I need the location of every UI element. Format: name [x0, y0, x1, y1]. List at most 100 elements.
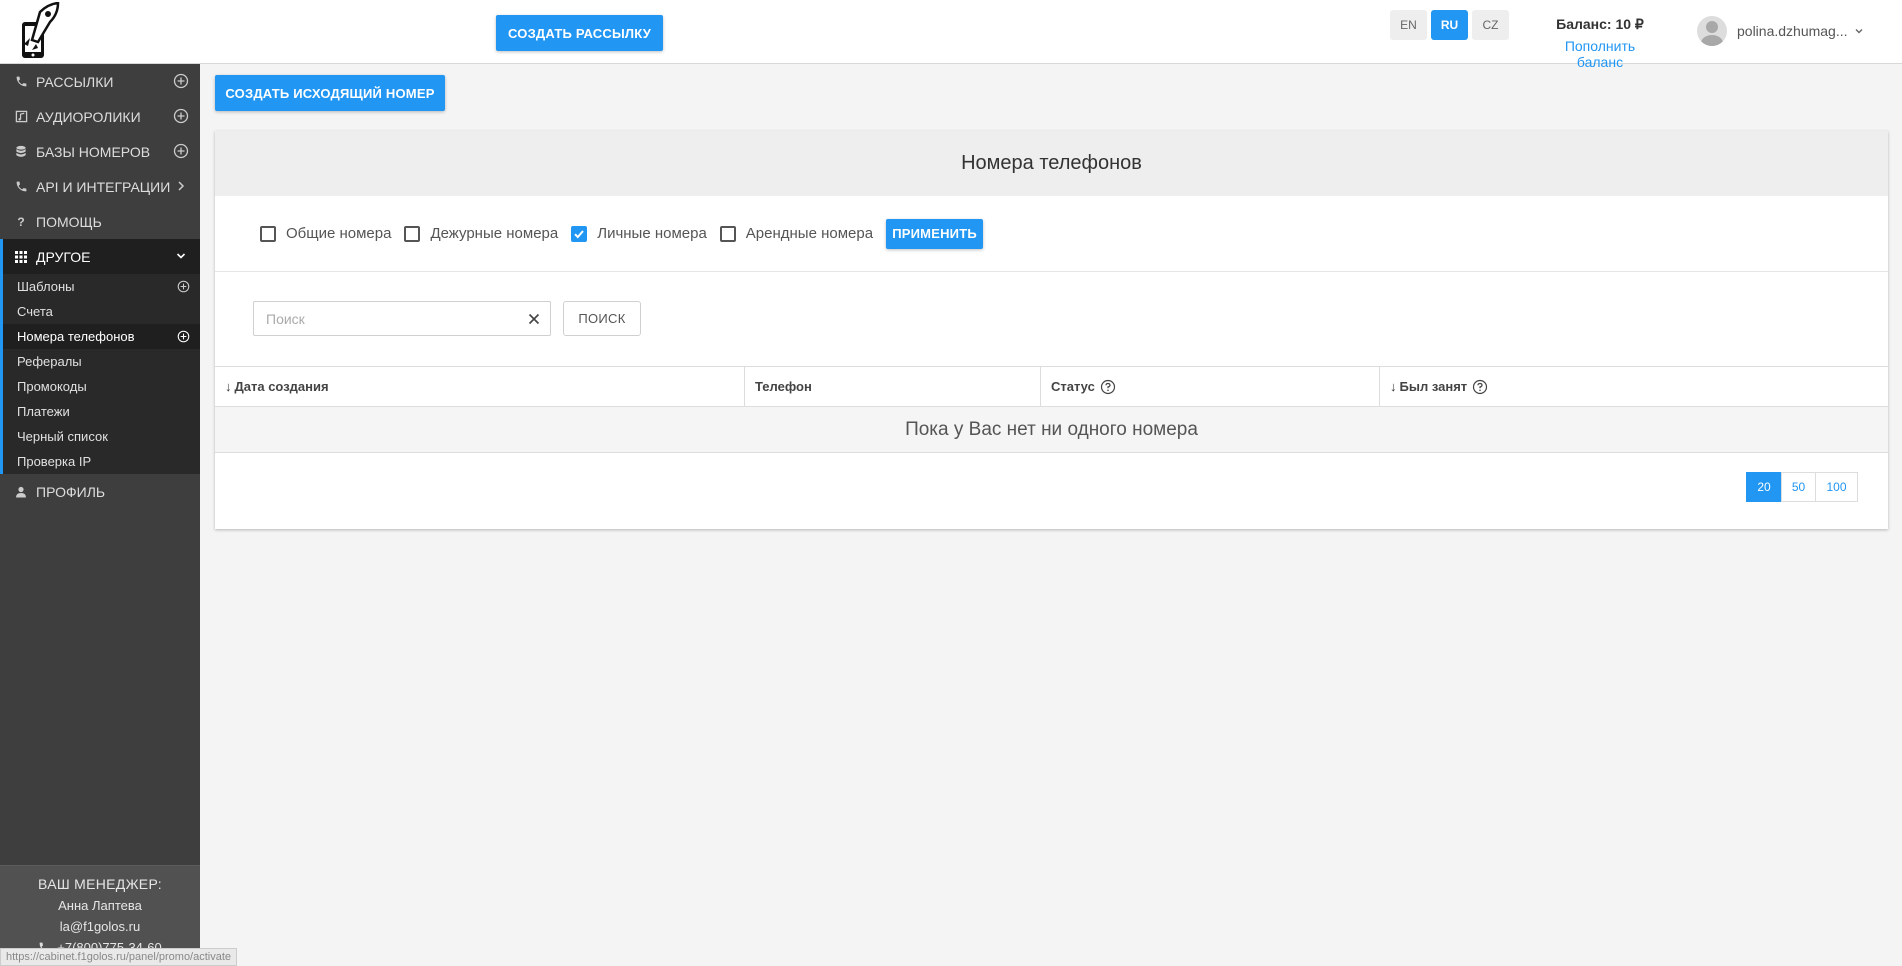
checkbox[interactable] [404, 225, 421, 242]
plus-circle-icon[interactable] [173, 73, 189, 89]
lang-ru-button[interactable]: RU [1431, 10, 1468, 40]
user-menu[interactable]: polina.dzhumag... [1697, 16, 1864, 46]
search-button[interactable]: ПОИСК [563, 301, 641, 336]
sidebar-subitem-blacklist[interactable]: Черный список [3, 424, 200, 449]
sidebar-subitem-label: Промокоды [17, 379, 87, 394]
lang-en-button[interactable]: EN [1390, 10, 1427, 40]
page-size-selector: 20 50 100 [1746, 472, 1858, 502]
table-header: ↓ Дата создания Телефон Статус ↓ Был зан… [215, 367, 1888, 407]
sidebar-subitem-invoices[interactable]: Счета [3, 299, 200, 324]
page-size-50[interactable]: 50 [1781, 472, 1816, 502]
sidebar-subitem-label: Шаблоны [17, 279, 75, 294]
help-circle-icon[interactable] [1472, 379, 1488, 395]
sidebar-subitem-payments[interactable]: Платежи [3, 399, 200, 424]
sidebar-item-profile[interactable]: ПРОФИЛЬ [0, 474, 200, 509]
column-label: Дата создания [234, 379, 329, 394]
filter-general-numbers[interactable]: Общие номера [260, 225, 391, 242]
status-bar-url: https://cabinet.f1golos.ru/panel/promo/a… [0, 948, 238, 966]
avatar [1697, 16, 1727, 46]
sidebar-subitem-referrals[interactable]: Рефералы [3, 349, 200, 374]
card-title: Номера телефонов [215, 131, 1888, 196]
username: polina.dzhumag... [1737, 23, 1848, 39]
filter-row: Общие номера Дежурные номера Личные номе… [215, 196, 1888, 272]
sidebar: РАССЫЛКИ АУДИОРОЛИКИ БАЗЫ НОМЕРОВ API И … [0, 64, 200, 965]
filter-label: Дежурные номера [430, 225, 559, 242]
filter-label: Арендные номера [745, 225, 874, 242]
column-status: Статус [1041, 367, 1380, 406]
sidebar-subitem-ip-check[interactable]: Проверка IP [3, 449, 200, 474]
sidebar-subitem-phone-numbers[interactable]: Номера телефонов [3, 324, 200, 349]
sidebar-item-other[interactable]: ДРУГОЕ [0, 239, 200, 274]
plus-circle-icon[interactable] [173, 108, 189, 124]
page-size-100[interactable]: 100 [1815, 472, 1858, 502]
plus-circle-icon[interactable] [173, 143, 189, 159]
filter-label: Общие номера [286, 225, 392, 242]
sidebar-item-label: ПОМОЩЬ [36, 213, 102, 230]
sidebar-subitem-label: Рефералы [17, 354, 82, 369]
checkbox[interactable] [719, 225, 736, 242]
manager-email[interactable]: la@f1golos.ru [0, 919, 200, 934]
apply-filters-button[interactable]: ПРИМЕНИТЬ [886, 218, 984, 249]
top-header: СОЗДАТЬ РАССЫЛКУ EN RU CZ Баланс: 10 ₽ П… [0, 0, 1902, 70]
checkbox[interactable] [260, 225, 276, 242]
plus-circle-icon[interactable] [177, 330, 190, 343]
sidebar-item-label: ПРОФИЛЬ [36, 483, 106, 500]
chevron-down-icon [1855, 29, 1863, 34]
filter-rental-numbers[interactable]: Арендные номера [719, 225, 874, 242]
balance-label: Баланс: 10 ₽ [1556, 16, 1644, 32]
chevron-down-icon [176, 253, 186, 259]
grid-icon [14, 250, 28, 264]
sidebar-item-databases[interactable]: БАЗЫ НОМЕРОВ [0, 134, 200, 169]
phone-icon [14, 75, 28, 89]
sidebar-item-label: API И ИНТЕГРАЦИИ [36, 178, 171, 195]
plus-circle-icon[interactable] [177, 280, 190, 293]
column-label: Телефон [755, 379, 812, 394]
topup-balance-link[interactable]: Пополнить баланс [1540, 38, 1660, 70]
logo-icon[interactable] [18, 2, 62, 60]
search-input[interactable] [264, 302, 518, 335]
close-icon[interactable] [526, 311, 542, 327]
phone-numbers-card: Номера телефонов Общие номера Дежурные н… [215, 131, 1888, 529]
sidebar-subitem-label: Проверка IP [17, 454, 92, 469]
sidebar-item-audio[interactable]: АУДИОРОЛИКИ [0, 99, 200, 134]
arrow-down-icon: ↓ [225, 379, 232, 394]
phone-icon [14, 180, 28, 194]
arrow-down-icon: ↓ [1390, 379, 1397, 394]
sidebar-item-label: РАССЫЛКИ [36, 73, 114, 90]
filter-duty-numbers[interactable]: Дежурные номера [404, 225, 558, 242]
help-circle-icon[interactable] [1100, 379, 1116, 395]
sidebar-item-label: АУДИОРОЛИКИ [36, 108, 141, 125]
filter-personal-numbers[interactable]: Личные номера [571, 225, 707, 242]
manager-title: ВАШ МЕНЕДЖЕР: [38, 876, 162, 892]
sidebar-subitem-label: Платежи [17, 404, 70, 419]
empty-table-message: Пока у Вас нет ни одного номера [215, 407, 1888, 453]
manager-name: Анна Лаптева [58, 898, 142, 913]
sidebar-item-api[interactable]: API И ИНТЕГРАЦИИ [0, 169, 200, 204]
sidebar-item-help[interactable]: ? ПОМОЩЬ [0, 204, 200, 239]
sidebar-subitem-templates[interactable]: Шаблоны [3, 274, 200, 299]
sidebar-subitem-label: Черный список [17, 429, 108, 444]
column-label: Был занят [1399, 379, 1468, 394]
checkbox[interactable] [571, 225, 588, 242]
music-file-icon [14, 110, 28, 124]
sidebar-subitem-label: Номера телефонов [17, 329, 135, 344]
lang-cz-button[interactable]: CZ [1472, 10, 1509, 40]
person-icon [14, 485, 28, 499]
checkmark-icon [574, 229, 584, 238]
filter-label: Личные номера [597, 225, 707, 242]
page-size-20[interactable]: 20 [1746, 472, 1782, 502]
sidebar-item-label: ДРУГОЕ [36, 248, 91, 265]
sidebar-item-mailings[interactable]: РАССЫЛКИ [0, 64, 200, 99]
column-label: Статус [1051, 379, 1095, 394]
sidebar-submenu: Шаблоны Счета Номера телефонов Рефералы … [0, 274, 200, 474]
column-created-date[interactable]: ↓ Дата создания [215, 367, 745, 406]
column-was-busy[interactable]: ↓ Был занят [1380, 367, 1888, 406]
column-phone: Телефон [745, 367, 1041, 406]
search-field[interactable] [253, 301, 551, 336]
create-outgoing-number-button[interactable]: СОЗДАТЬ ИСХОДЯЩИЙ НОМЕР [215, 75, 445, 111]
database-icon [14, 145, 28, 159]
search-row: ПОИСК [215, 272, 1888, 367]
sidebar-item-label: БАЗЫ НОМЕРОВ [36, 143, 151, 160]
sidebar-subitem-promocodes[interactable]: Промокоды [3, 374, 200, 399]
create-mailing-button[interactable]: СОЗДАТЬ РАССЫЛКУ [496, 15, 663, 51]
